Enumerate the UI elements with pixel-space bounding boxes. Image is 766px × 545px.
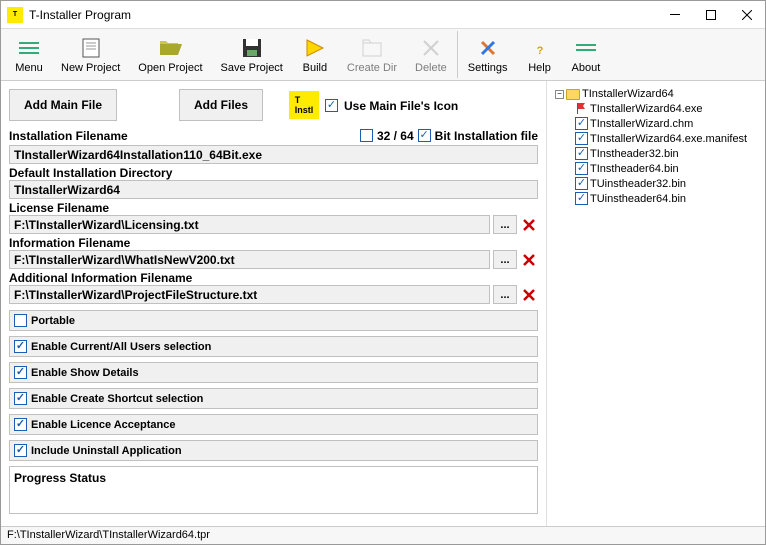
option-portable-label: Portable	[31, 315, 75, 327]
tree-item[interactable]: TInstallerWizard64.exe	[551, 101, 761, 116]
new-project-button[interactable]: New Project	[53, 31, 128, 78]
minimize-button[interactable]	[657, 2, 693, 28]
addl-info-label: Additional Information Filename	[9, 271, 538, 285]
chk-32-64[interactable]	[360, 129, 373, 142]
tree-item-label: TInstallerWizard.chm	[590, 118, 693, 130]
tree-item-label: TInstallerWizard64.exe	[590, 103, 703, 115]
option-portable-checkbox[interactable]	[14, 314, 27, 327]
status-bar: F:\TInstallerWizard\TInstallerWizard64.t…	[1, 526, 765, 544]
option-shortcut-checkbox[interactable]	[14, 392, 27, 405]
info-field[interactable]	[9, 250, 490, 269]
option-details-label: Enable Show Details	[31, 367, 139, 379]
license-label: License Filename	[9, 201, 538, 215]
info-label: Information Filename	[9, 236, 538, 250]
tree-checkbox[interactable]	[575, 117, 588, 130]
toolbar: Menu New Project Open Project Save Proje…	[1, 29, 765, 81]
install-filename-label: Installation Filename	[9, 129, 128, 143]
chk-bit-install[interactable]	[418, 129, 431, 142]
option-details[interactable]: Enable Show Details	[9, 362, 538, 383]
collapse-icon[interactable]: −	[555, 90, 564, 99]
add-main-file-button[interactable]: Add Main File	[9, 89, 117, 121]
tree-checkbox[interactable]	[575, 192, 588, 205]
default-dir-label: Default Installation Directory	[9, 166, 538, 180]
menu-button[interactable]: Menu	[7, 31, 51, 78]
addl-info-browse-button[interactable]: ...	[493, 285, 517, 304]
option-users[interactable]: Enable Current/All Users selection	[9, 336, 538, 357]
tree-item-label: TUinstheader32.bin	[590, 178, 686, 190]
option-uninstall-checkbox[interactable]	[14, 444, 27, 457]
tree-root[interactable]: − TInstallerWizard64	[551, 87, 761, 101]
help-button[interactable]: ?Help	[518, 31, 562, 78]
tree-item[interactable]: TInstallerWizard.chm	[551, 116, 761, 131]
tree-item[interactable]: TInstallerWizard64.exe.manifest	[551, 131, 761, 146]
addl-info-clear-button[interactable]	[520, 286, 538, 304]
build-button[interactable]: Build	[293, 31, 337, 78]
option-users-checkbox[interactable]	[14, 340, 27, 353]
license-browse-button[interactable]: ...	[493, 215, 517, 234]
open-project-button[interactable]: Open Project	[130, 31, 210, 78]
tree-item[interactable]: TInstheader32.bin	[551, 146, 761, 161]
info-browse-button[interactable]: ...	[493, 250, 517, 269]
option-uninstall-label: Include Uninstall Application	[31, 445, 182, 457]
file-tree-panel: − TInstallerWizard64 TInstallerWizard64.…	[546, 81, 765, 526]
app-icon: T	[7, 7, 23, 23]
main-panel: Add Main File Add Files TInstl Use Main …	[1, 81, 546, 526]
tree-checkbox[interactable]	[575, 162, 588, 175]
close-button[interactable]	[729, 2, 765, 28]
option-licence-label: Enable Licence Acceptance	[31, 419, 176, 431]
option-shortcut[interactable]: Enable Create Shortcut selection	[9, 388, 538, 409]
title-bar: T T-Installer Program	[1, 1, 765, 29]
default-dir-field[interactable]	[9, 180, 538, 199]
use-main-icon-checkbox[interactable]	[325, 99, 338, 112]
install-filename-field[interactable]	[9, 145, 538, 164]
tree-item-label: TInstheader64.bin	[590, 163, 679, 175]
progress-status: Progress Status	[9, 466, 538, 514]
install-icon: TInstl	[289, 91, 319, 119]
create-dir-button: Create Dir	[339, 31, 405, 78]
tree-item-label: TInstheader32.bin	[590, 148, 679, 160]
tree-checkbox[interactable]	[575, 147, 588, 160]
maximize-button[interactable]	[693, 2, 729, 28]
addl-info-field[interactable]	[9, 285, 490, 304]
svg-text:?: ?	[536, 45, 543, 57]
option-users-label: Enable Current/All Users selection	[31, 341, 211, 353]
option-licence[interactable]: Enable Licence Acceptance	[9, 414, 538, 435]
use-main-icon-label: Use Main File's Icon	[344, 99, 458, 113]
about-button[interactable]: About	[564, 31, 609, 78]
settings-button[interactable]: Settings	[457, 31, 516, 78]
license-field[interactable]	[9, 215, 490, 234]
option-portable[interactable]: Portable	[9, 310, 538, 331]
tree-item-label: TInstallerWizard64.exe.manifest	[590, 133, 747, 145]
tree-item[interactable]: TUinstheader64.bin	[551, 191, 761, 206]
info-clear-button[interactable]	[520, 251, 538, 269]
tree-item[interactable]: TUinstheader32.bin	[551, 176, 761, 191]
delete-button: Delete	[407, 31, 455, 78]
license-clear-button[interactable]	[520, 216, 538, 234]
option-details-checkbox[interactable]	[14, 366, 27, 379]
window-title: T-Installer Program	[29, 8, 657, 22]
save-project-button[interactable]: Save Project	[213, 31, 291, 78]
tree-checkbox[interactable]	[575, 177, 588, 190]
option-uninstall[interactable]: Include Uninstall Application	[9, 440, 538, 461]
tree-item-label: TUinstheader64.bin	[590, 193, 686, 205]
flag-icon	[575, 102, 588, 115]
folder-icon	[566, 89, 580, 100]
tree-checkbox[interactable]	[575, 132, 588, 145]
option-shortcut-label: Enable Create Shortcut selection	[31, 393, 203, 405]
add-files-button[interactable]: Add Files	[179, 89, 263, 121]
tree-item[interactable]: TInstheader64.bin	[551, 161, 761, 176]
option-licence-checkbox[interactable]	[14, 418, 27, 431]
